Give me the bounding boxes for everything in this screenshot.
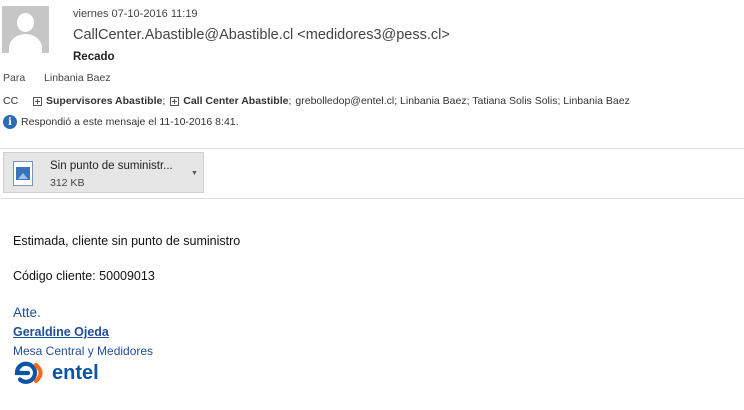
cc-label: CC bbox=[3, 95, 19, 107]
cc-row: CC Supervisores Abastible ; Call Center … bbox=[3, 95, 630, 107]
entel-logo-text: entel bbox=[52, 361, 99, 384]
to-recipient[interactable]: Linbania Baez bbox=[44, 72, 111, 84]
attachment-chip[interactable]: Sin punto de suministr... 312 KB ▼ bbox=[3, 152, 204, 193]
avatar-head bbox=[17, 13, 34, 32]
signature-department: Mesa Central y Medidores bbox=[13, 344, 154, 358]
reply-info-text: Respondió a este mensaje el 11-10-2016 8… bbox=[21, 116, 239, 128]
info-icon: i bbox=[3, 115, 17, 129]
chevron-down-icon[interactable]: ▼ bbox=[191, 170, 198, 177]
signature-closing: Atte. bbox=[13, 305, 41, 320]
attachment-name: Sin punto de suministr... bbox=[50, 160, 173, 172]
body-line-2: Código cliente: 50009013 bbox=[13, 269, 155, 283]
image-file-icon bbox=[13, 161, 33, 186]
reply-info-bar: i Respondió a este mensaje el 11-10-2016… bbox=[3, 115, 239, 129]
cc-separator: ; bbox=[162, 95, 166, 107]
cc-recipients[interactable]: grebolledop@entel.cl; Linbania Baez; Tat… bbox=[295, 95, 629, 107]
entel-logo-mark bbox=[14, 361, 43, 384]
body-line-1: Estimada, cliente sin punto de suministr… bbox=[13, 234, 241, 248]
expand-group-icon[interactable] bbox=[33, 96, 42, 106]
entel-logo: entel bbox=[14, 361, 99, 385]
email-subject: Recado bbox=[73, 51, 115, 63]
cc-group-callcenter[interactable]: Call Center Abastible bbox=[183, 95, 288, 107]
attachment-size: 312 KB bbox=[50, 177, 85, 189]
to-label: Para bbox=[3, 72, 26, 84]
cc-group-supervisores[interactable]: Supervisores Abastible bbox=[46, 95, 162, 107]
to-row: Para Linbania Baez bbox=[3, 72, 111, 84]
avatar-body bbox=[9, 34, 42, 53]
sent-date: viernes 07-10-2016 11:19 bbox=[73, 8, 198, 20]
attachment-divider bbox=[0, 198, 744, 199]
expand-group-icon[interactable] bbox=[170, 96, 180, 106]
signature-name[interactable]: Geraldine Ojeda bbox=[13, 325, 109, 339]
header-divider bbox=[0, 148, 744, 149]
cc-separator: ; bbox=[288, 95, 292, 107]
sender-avatar bbox=[2, 6, 49, 53]
sender-address[interactable]: CallCenter.Abastible@Abastible.cl <medid… bbox=[73, 27, 450, 43]
